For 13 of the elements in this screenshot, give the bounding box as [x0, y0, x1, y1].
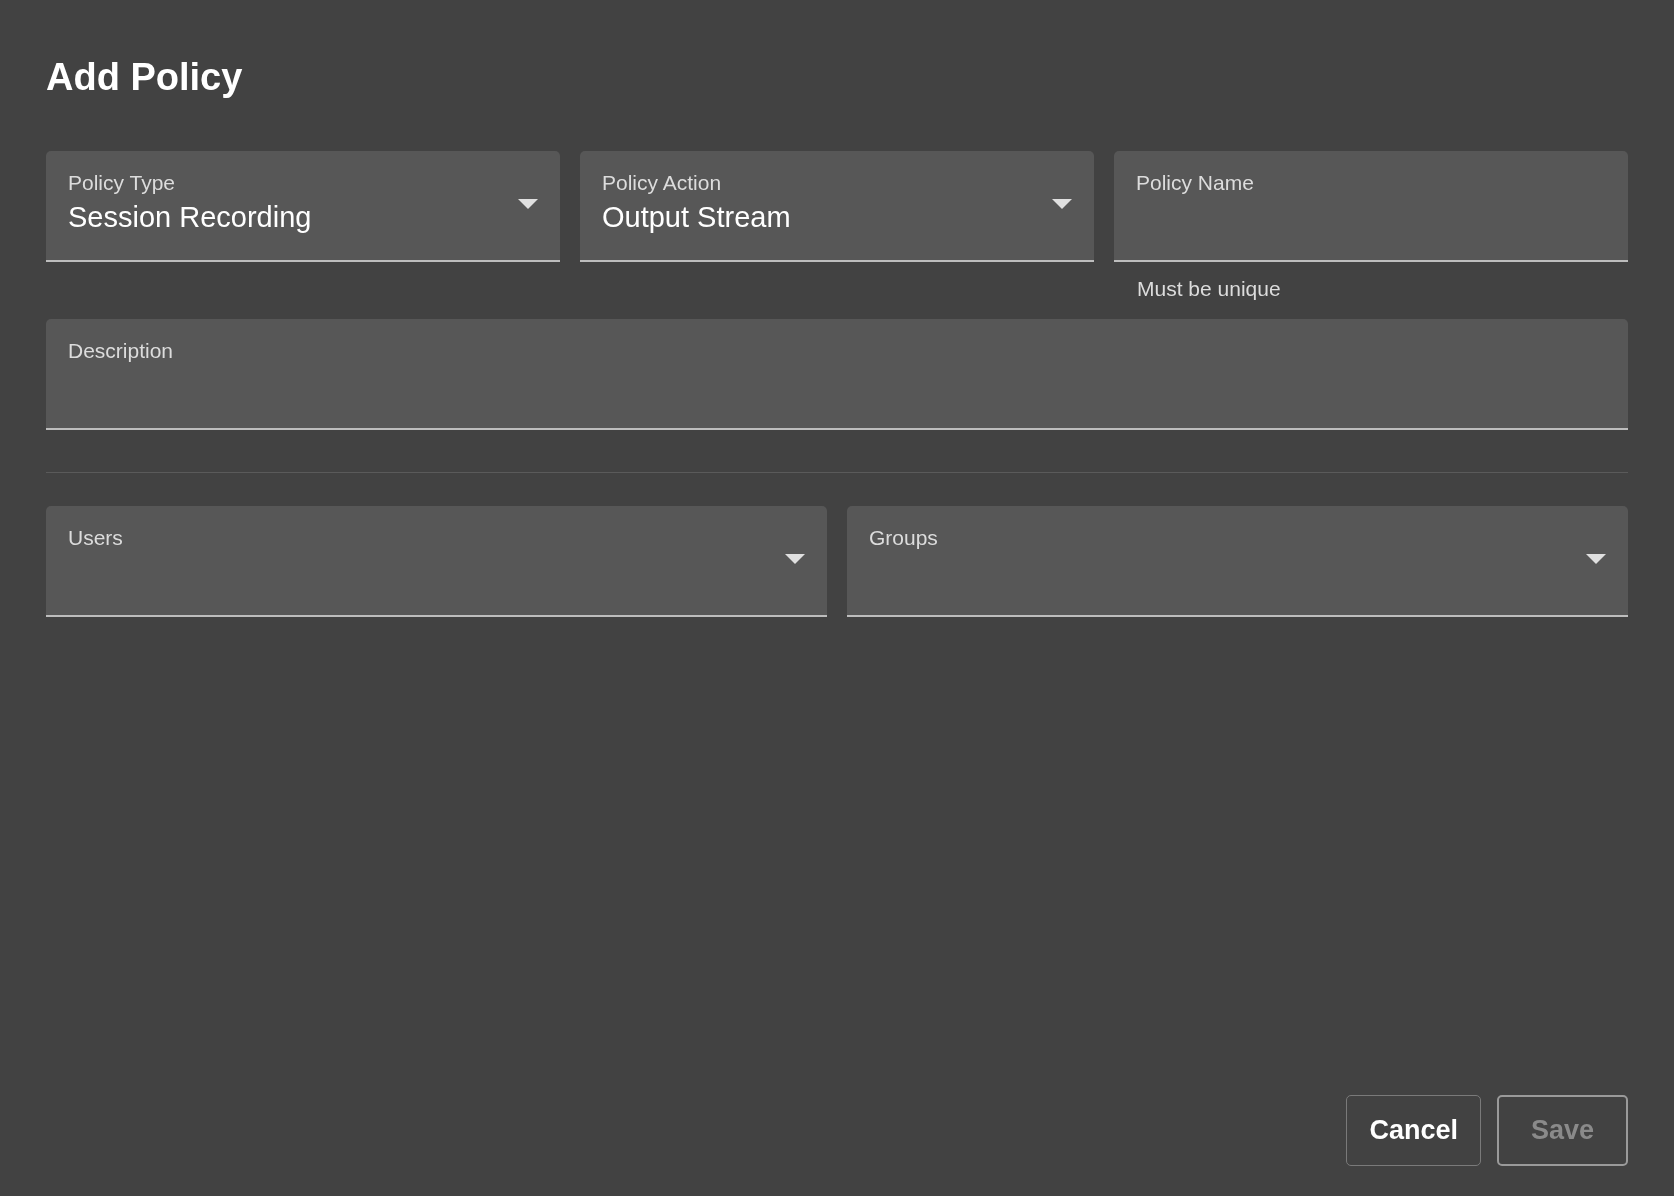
caret-icon: [518, 198, 538, 209]
caret-icon: [785, 553, 805, 564]
select-field[interactable]: Policy Action Output Stream: [580, 150, 1094, 262]
helper-text: Must be unique: [1136, 275, 1282, 302]
caret-icon: [1586, 553, 1606, 564]
select-field[interactable]: Groups: [847, 505, 1628, 617]
caret-icon: [1052, 198, 1072, 209]
select-field[interactable]: Users: [46, 505, 827, 617]
input-field[interactable]: Description: [46, 318, 1628, 430]
cancel-button[interactable]: Cancel: [1346, 1095, 1481, 1166]
input-field[interactable]: Policy Name: [1114, 150, 1628, 262]
dialog-title: Add Policy: [46, 55, 243, 100]
select-field[interactable]: Policy Type Session Recording: [46, 150, 560, 262]
